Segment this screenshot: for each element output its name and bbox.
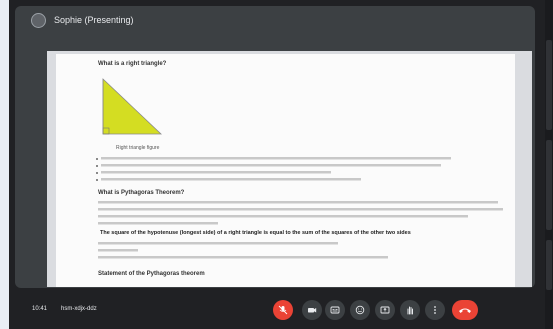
theorem-statement: The square of the hypotenuse (longest si… xyxy=(100,230,411,236)
captions-icon xyxy=(330,306,340,314)
more-options-icon xyxy=(434,306,436,314)
camera-toggle-button[interactable] xyxy=(302,300,322,320)
reactions-button[interactable] xyxy=(350,300,370,320)
more-options-button[interactable] xyxy=(425,300,445,320)
raise-hand-icon xyxy=(407,306,413,315)
doc-heading-pythagoras: What is Pythagoras Theorem? xyxy=(98,190,185,196)
bullet xyxy=(96,165,98,167)
document-page: What is a right triangle? Right triangle… xyxy=(56,54,515,287)
presentation-tile: Sophie (Presenting) What is a right tria… xyxy=(15,6,535,288)
bullet xyxy=(96,172,98,174)
clock-time: 10:41 xyxy=(32,306,48,312)
captions-button[interactable] xyxy=(325,300,345,320)
participant-tile[interactable] xyxy=(546,40,552,130)
mic-toggle-button[interactable] xyxy=(273,300,293,320)
doc-heading-statement: Statement of the Pythagoras theorem xyxy=(98,271,205,277)
presenter-name: Sophie (Presenting) xyxy=(54,15,134,25)
end-call-icon xyxy=(459,308,471,313)
leave-call-button[interactable] xyxy=(452,300,478,320)
participant-tile[interactable] xyxy=(546,240,552,290)
raise-hand-button[interactable] xyxy=(400,300,420,320)
right-triangle-figure xyxy=(102,78,163,135)
presenter-bar: Sophie (Presenting) xyxy=(15,6,535,34)
present-button[interactable] xyxy=(375,300,395,320)
participant-tile[interactable] xyxy=(546,140,552,230)
bullet-text-lines xyxy=(101,157,451,181)
present-icon xyxy=(380,306,390,314)
more-paragraph-lines xyxy=(98,242,388,259)
figure-caption: Right triangle figure xyxy=(116,145,160,151)
bullet xyxy=(96,158,98,160)
doc-heading-right-triangle: What is a right triangle? xyxy=(98,61,167,67)
meeting-details: 10:41 hsm-xdjx-ddz xyxy=(32,306,97,312)
emoji-icon xyxy=(355,305,365,315)
shared-screen: What is a right triangle? Right triangle… xyxy=(47,51,532,287)
paragraph-lines xyxy=(98,201,503,225)
meeting-code[interactable]: hsm-xdjx-ddz xyxy=(61,306,97,312)
mic-off-icon xyxy=(278,305,288,315)
background-window-edge xyxy=(0,0,9,329)
camera-icon xyxy=(308,308,317,313)
bullet xyxy=(96,179,98,181)
presenter-avatar xyxy=(31,12,46,28)
